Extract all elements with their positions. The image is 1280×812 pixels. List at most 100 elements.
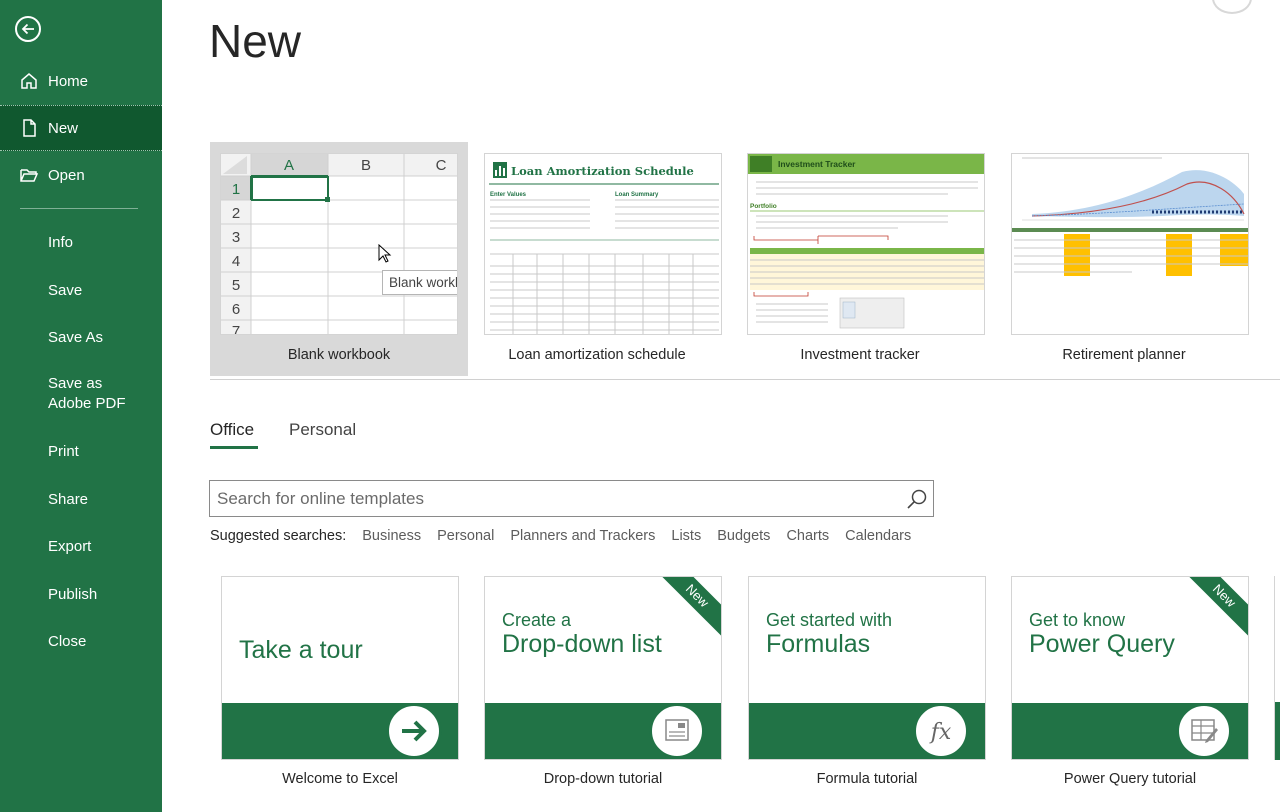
new-document-icon xyxy=(23,119,36,137)
investment-tracker-preview: Investment Tracker Portfolio xyxy=(748,154,984,329)
nav-save-label: Save xyxy=(48,281,83,299)
loan-thumb-sub1: Enter Values xyxy=(490,192,527,198)
suggested-searches: Suggested searches: Business Personal Pl… xyxy=(210,528,927,544)
retirement-planner-thumbnail xyxy=(1011,153,1249,335)
nav-publish[interactable]: Publish xyxy=(0,572,162,616)
nav-divider xyxy=(20,208,138,209)
arrow-right-icon xyxy=(386,703,442,759)
blank-workbook-thumbnail: A B C 1 2 3 4 5 6 7 Blank workbook xyxy=(220,153,458,335)
search-input[interactable] xyxy=(210,481,900,516)
section-divider xyxy=(210,379,1280,380)
svg-text:fx: fx xyxy=(929,720,952,745)
row-header-5: 5 xyxy=(232,277,240,294)
dropdown-list-icon xyxy=(649,703,705,759)
home-icon xyxy=(21,73,37,89)
row-header-4: 4 xyxy=(232,253,240,270)
fx-icon: fx xyxy=(913,703,969,759)
tutorial-label: Power Query tutorial xyxy=(1063,771,1197,787)
nav-save-as-label: Save As xyxy=(48,328,104,346)
card-heading: Formulas xyxy=(766,630,871,658)
nav-close[interactable]: Close xyxy=(0,619,162,663)
suggested-search-link[interactable]: Planners and Trackers xyxy=(510,528,655,544)
nav-print-label: Print xyxy=(48,442,79,460)
card-subheading: Get started with xyxy=(766,610,893,630)
table-edit-icon xyxy=(1176,703,1232,759)
template-label: Blank workbook xyxy=(287,347,391,363)
folder-open-icon xyxy=(20,169,39,182)
nav-save[interactable]: Save xyxy=(0,268,162,312)
loan-schedule-preview: Loan Amortization Schedule Enter Values … xyxy=(489,162,719,334)
row-header-1: 1 xyxy=(232,181,240,198)
tutorial-card-partial[interactable] xyxy=(1274,576,1280,760)
nav-info[interactable]: Info xyxy=(0,220,162,264)
nav-print[interactable]: Print xyxy=(0,429,162,473)
nav-open-label: Open xyxy=(48,166,85,184)
tutorial-label: Drop-down tutorial xyxy=(543,771,663,787)
tutorial-card-power-query[interactable]: New Get to know Power Query xyxy=(1011,576,1249,760)
card-heading: Power Query xyxy=(1029,630,1175,658)
mouse-cursor-icon xyxy=(378,244,392,263)
nav-home-label: Home xyxy=(48,72,89,90)
tab-office-selected-indicator xyxy=(210,446,258,449)
suggested-search-link[interactable]: Calendars xyxy=(845,528,911,544)
investment-tracker-thumbnail: Investment Tracker Portfolio xyxy=(747,153,985,335)
back-arrow-icon[interactable] xyxy=(15,16,41,42)
spreadsheet-grid-icon: A B C 1 2 3 4 5 6 7 xyxy=(221,154,457,335)
nav-publish-label: Publish xyxy=(48,585,98,603)
tutorial-label: Welcome to Excel xyxy=(282,771,398,787)
template-retirement-planner[interactable]: Retirement planner xyxy=(995,142,1253,376)
nav-close-label: Close xyxy=(48,632,87,650)
suggested-searches-label: Suggested searches: xyxy=(210,528,347,544)
loan-amortization-thumbnail: Loan Amortization Schedule Enter Values … xyxy=(484,153,722,335)
template-search-box xyxy=(209,480,934,517)
nav-new[interactable]: New xyxy=(0,105,162,151)
nav-save-as-adobe-pdf[interactable]: Save as Adobe PDF xyxy=(0,367,162,421)
nav-export[interactable]: Export xyxy=(0,524,162,568)
suggested-search-link[interactable]: Budgets xyxy=(717,528,770,544)
column-header-a: A xyxy=(284,157,294,174)
card-heading: Take a tour xyxy=(239,636,363,664)
nav-export-label: Export xyxy=(48,537,92,555)
card-subheading: Get to know xyxy=(1029,610,1126,630)
template-loan-amortization-schedule[interactable]: Loan Amortization Schedule Enter Values … xyxy=(468,142,726,376)
suggested-search-link[interactable]: Business xyxy=(362,528,421,544)
template-label: Loan amortization schedule xyxy=(508,347,686,363)
backstage-sidebar: Home New Open Info Save Save As Save as … xyxy=(0,0,162,812)
nav-share[interactable]: Share xyxy=(0,477,162,521)
template-label: Retirement planner xyxy=(1062,347,1186,363)
nav-share-label: Share xyxy=(48,490,89,508)
tutorial-card-dropdown[interactable]: New Create a Drop-down list xyxy=(484,576,722,760)
new-badge: New xyxy=(1180,577,1248,640)
tutorial-card-formula[interactable]: Get started with Formulas fx xyxy=(748,576,986,760)
new-badge: New xyxy=(653,577,721,640)
page-title: New xyxy=(209,15,302,67)
tutorial-card-welcome[interactable]: Take a tour xyxy=(221,576,459,760)
row-header-7: 7 xyxy=(232,323,240,335)
tutorial-label: Formula tutorial xyxy=(816,771,918,787)
nav-open[interactable]: Open xyxy=(0,153,162,197)
nav-save-as-adobe-pdf-label: Save as Adobe PDF xyxy=(48,375,126,412)
invest-thumb-title: Investment Tracker xyxy=(778,159,856,169)
nav-new-label: New xyxy=(48,119,79,137)
loan-thumb-sub2: Loan Summary xyxy=(615,192,659,198)
template-blank-workbook[interactable]: A B C 1 2 3 4 5 6 7 Blank workbook Blank… xyxy=(210,142,468,376)
retirement-planner-preview xyxy=(1012,157,1248,276)
suggested-search-link[interactable]: Personal xyxy=(437,528,494,544)
loading-ring-icon xyxy=(1212,0,1252,14)
row-header-2: 2 xyxy=(232,205,240,222)
template-investment-tracker[interactable]: Investment Tracker Portfolio Investment … xyxy=(731,142,989,376)
column-header-b: B xyxy=(361,157,371,174)
nav-info-label: Info xyxy=(48,233,74,251)
suggested-search-link[interactable]: Charts xyxy=(786,528,829,544)
tab-office[interactable]: Office xyxy=(210,420,254,440)
suggested-search-link[interactable]: Lists xyxy=(671,528,701,544)
nav-save-as[interactable]: Save As xyxy=(0,315,162,359)
search-icon[interactable] xyxy=(906,488,928,510)
invest-thumb-sub: Portfolio xyxy=(750,203,777,210)
card-heading: Drop-down list xyxy=(502,630,662,658)
nav-home[interactable]: Home xyxy=(0,59,162,103)
loan-thumb-title: Loan Amortization Schedule xyxy=(511,164,694,178)
template-label: Investment tracker xyxy=(800,347,920,363)
tab-personal[interactable]: Personal xyxy=(289,420,356,440)
column-header-c: C xyxy=(436,157,447,174)
